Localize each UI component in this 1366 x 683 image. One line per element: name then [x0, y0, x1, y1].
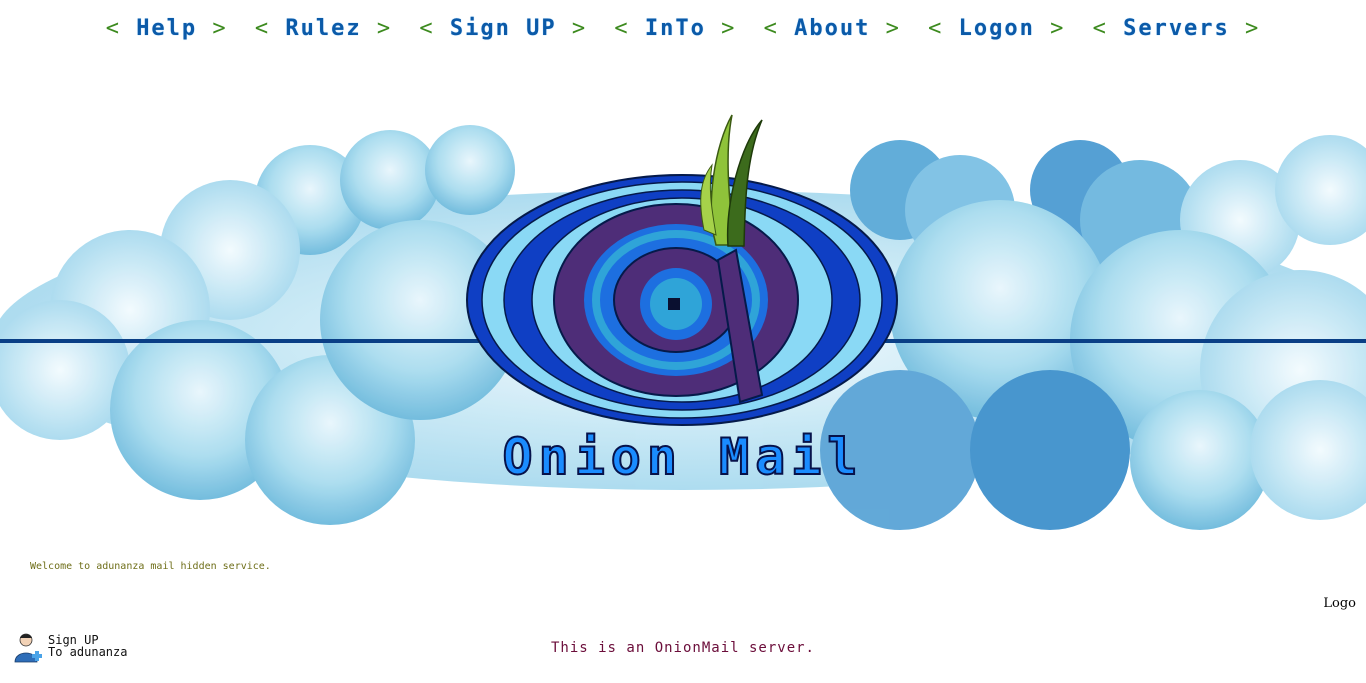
nav-info[interactable]: < InTo >	[614, 16, 736, 41]
nav-help-link[interactable]: Help	[136, 16, 197, 41]
cloud-banner-image	[0, 114, 1366, 530]
nav-open-bracket: <	[254, 16, 271, 41]
nav-servers[interactable]: < Servers >	[1093, 16, 1261, 41]
nav-close-bracket: >	[885, 16, 901, 41]
nav-close-bracket: >	[376, 16, 393, 41]
nav-open-bracket: <	[763, 16, 779, 41]
nav-info-link[interactable]: InTo	[645, 16, 706, 41]
nav-about-link[interactable]: About	[794, 16, 870, 41]
nav-open-bracket: <	[105, 16, 121, 41]
nav-rulez[interactable]: < Rulez >	[255, 16, 392, 41]
nav-open-bracket: <	[614, 16, 630, 41]
welcome-text: Welcome to adunanza mail hidden service.	[30, 561, 271, 572]
brand-title: Onion Mail	[501, 427, 864, 487]
server-message: This is an OnionMail server.	[550, 640, 815, 656]
banner: Onion Mail	[0, 110, 1366, 560]
logo-label: Logo	[1323, 596, 1356, 611]
onion-at-sign-icon	[466, 114, 898, 426]
main-nav: < Help > < Rulez > < Sign UP > < InTo > …	[0, 16, 1366, 41]
nav-open-bracket: <	[928, 16, 944, 41]
nav-help[interactable]: < Help >	[106, 16, 228, 41]
nav-open-bracket: <	[419, 16, 435, 41]
nav-close-bracket: >	[212, 16, 228, 41]
nav-close-bracket: >	[1245, 16, 1261, 41]
nav-close-bracket: >	[1050, 16, 1066, 41]
nav-about[interactable]: < About >	[764, 16, 901, 41]
nav-signup-link[interactable]: Sign UP	[450, 16, 557, 41]
nav-close-bracket: >	[571, 16, 588, 41]
nav-logon[interactable]: < Logon >	[928, 16, 1065, 41]
nav-open-bracket: <	[1092, 16, 1108, 41]
nav-servers-link[interactable]: Servers	[1123, 16, 1230, 41]
nav-signup[interactable]: < Sign UP >	[419, 16, 587, 41]
nav-close-bracket: >	[721, 16, 737, 41]
nav-logon-link[interactable]: Logon	[959, 16, 1035, 41]
nav-rulez-link[interactable]: Rulez	[285, 16, 361, 41]
